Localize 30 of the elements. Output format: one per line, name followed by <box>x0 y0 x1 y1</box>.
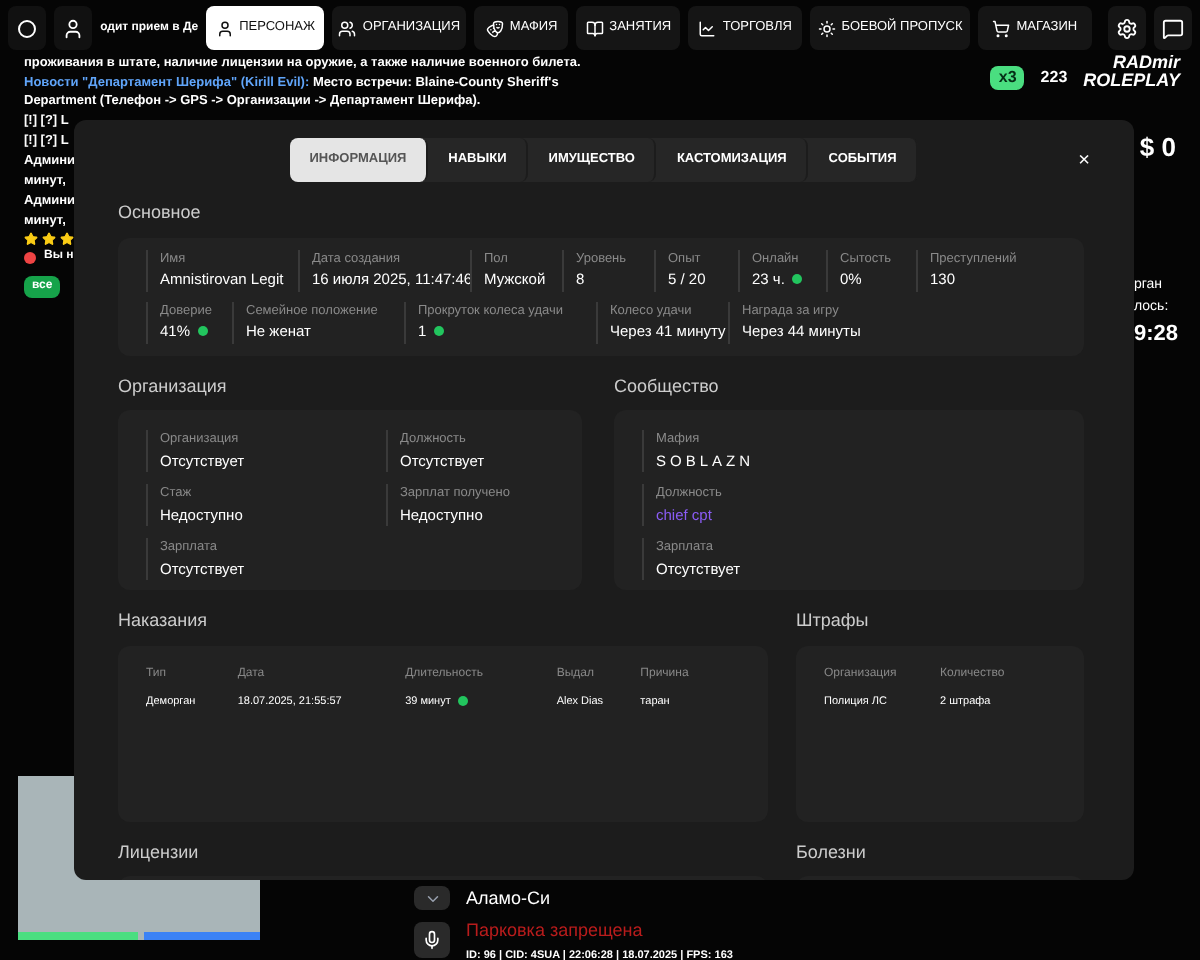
settings-icon[interactable] <box>1107 6 1146 50</box>
online-count: 223 <box>1040 66 1068 90</box>
section-title: Сообщество <box>614 373 721 400</box>
bonus-badge: x3 <box>990 66 1025 90</box>
section-title: Наказания <box>118 608 210 634</box>
location-name: Аламо-Си <box>466 886 552 912</box>
book-icon <box>585 19 604 37</box>
section-title: Штрафы <box>796 608 871 634</box>
microphone-icon[interactable] <box>414 922 450 958</box>
star-icon <box>42 232 56 246</box>
star-icon <box>60 232 74 246</box>
profile-icon[interactable] <box>54 6 93 50</box>
hud-text: 9:28 <box>1134 320 1179 350</box>
section-title: Организация <box>118 373 229 400</box>
chart-icon <box>698 19 717 37</box>
chat-icon[interactable] <box>1153 6 1192 50</box>
sun-icon <box>817 19 836 37</box>
server-logo: RADmir ROLEPLAY <box>1083 54 1180 90</box>
section-title: Основное <box>118 200 203 226</box>
close-button[interactable]: × <box>1078 145 1090 175</box>
zone-warning: Парковка запрещена <box>466 917 645 944</box>
person-icon <box>215 19 234 37</box>
section-title: Болезни <box>796 839 868 865</box>
mask-icon <box>485 19 504 37</box>
chevron-down-icon[interactable] <box>414 886 450 910</box>
section-title: Лицензии <box>118 839 201 866</box>
star-icon <box>24 232 38 246</box>
people-icon <box>338 19 357 37</box>
cart-icon <box>992 19 1011 37</box>
money-amount: $ 0 <box>1139 130 1176 166</box>
